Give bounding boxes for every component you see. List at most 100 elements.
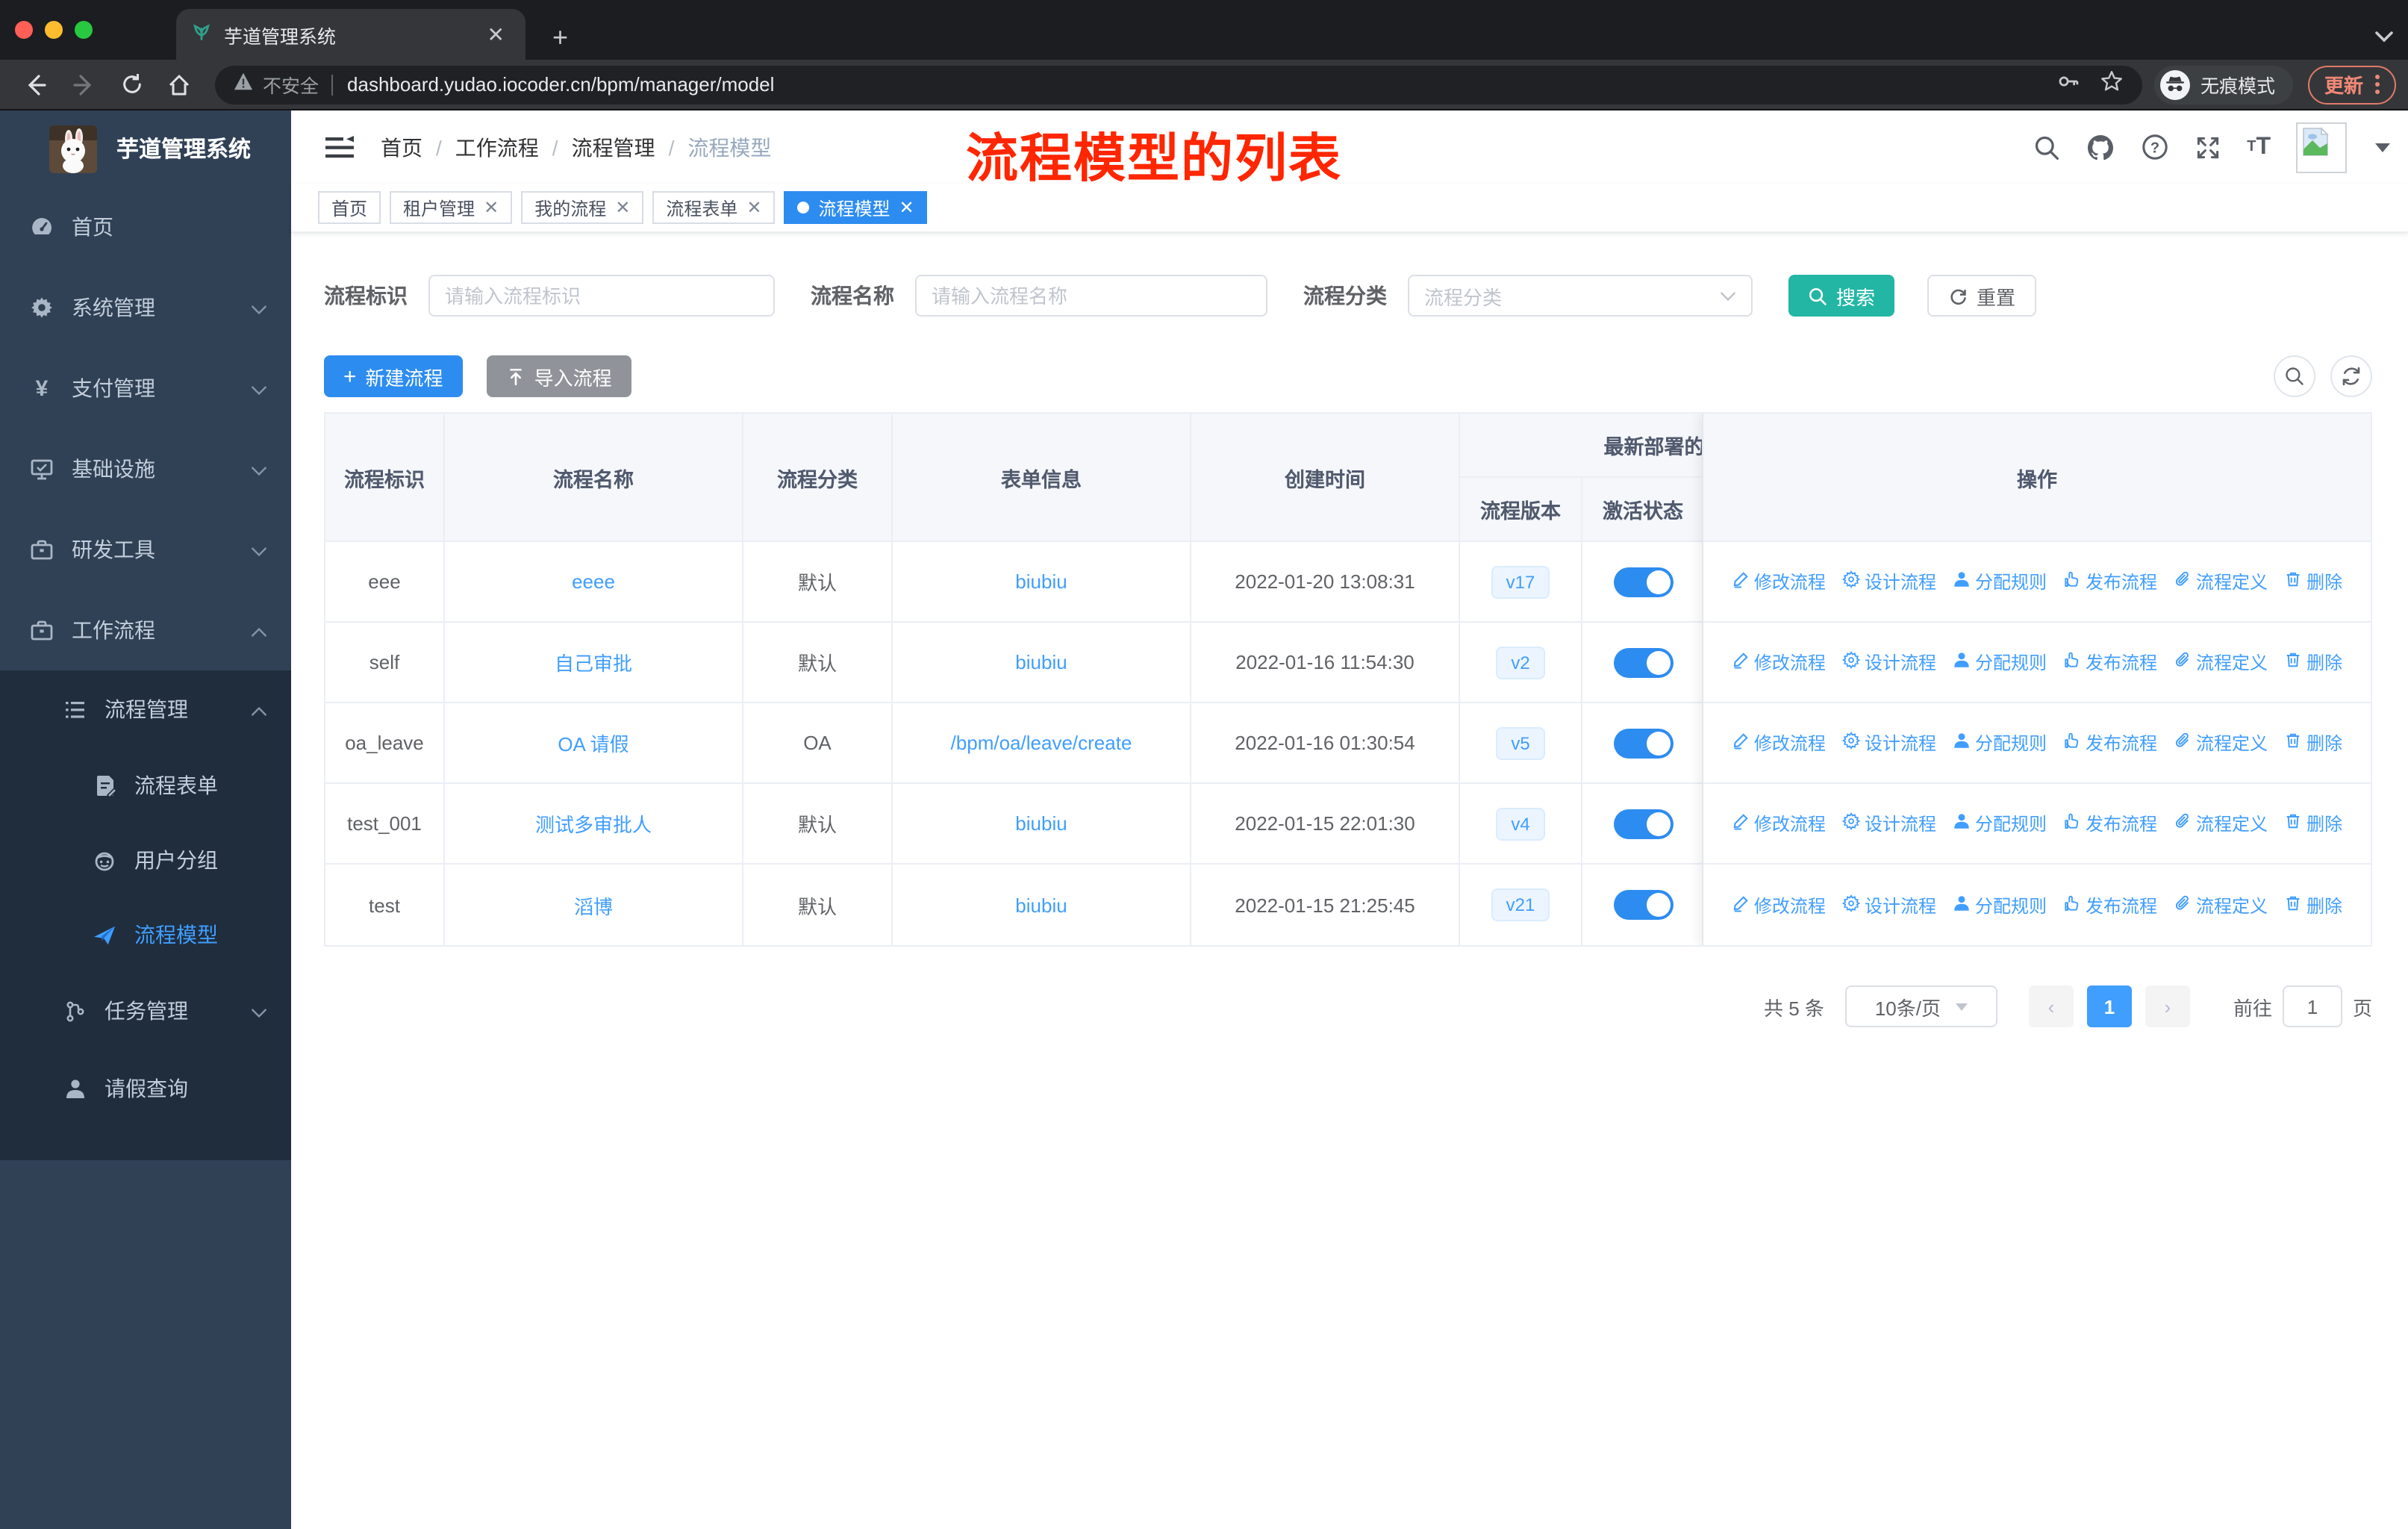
design-process-link[interactable]: 设计流程 — [1841, 650, 1936, 675]
breadcrumb-item[interactable]: 首页 — [381, 132, 422, 162]
tag-my-process[interactable]: 我的流程 ✕ — [521, 191, 644, 224]
sidebar-item-system[interactable]: 系统管理 — [0, 267, 291, 348]
publish-process-link[interactable]: 发布流程 — [2063, 730, 2157, 756]
tab-search-chevron-icon[interactable] — [2375, 24, 2393, 51]
delete-process-link[interactable]: 删除 — [2284, 569, 2342, 594]
edit-process-link[interactable]: 修改流程 — [1732, 569, 1826, 594]
create-process-button[interactable]: + 新建流程 — [324, 355, 463, 397]
assign-rules-link[interactable]: 分配规则 — [1953, 811, 2047, 836]
bookmark-star-icon[interactable] — [2099, 68, 2124, 101]
browser-menu-icon[interactable] — [2375, 75, 2380, 94]
edit-process-link[interactable]: 修改流程 — [1732, 892, 1826, 918]
import-process-button[interactable]: 导入流程 — [486, 355, 631, 397]
active-toggle[interactable] — [1613, 567, 1673, 597]
assign-rules-link[interactable]: 分配规则 — [1953, 650, 2047, 675]
page-size-select[interactable]: 10条/页 — [1844, 985, 1997, 1027]
sidebar-item-leave-query[interactable]: 请假查询 — [0, 1050, 291, 1127]
sidebar-item-dev-tools[interactable]: 研发工具 — [0, 509, 291, 590]
delete-process-link[interactable]: 删除 — [2284, 730, 2342, 756]
sidebar-item-home[interactable]: 首页 — [0, 187, 291, 267]
process-name-link[interactable]: OA 请假 — [558, 729, 628, 757]
active-toggle[interactable] — [1613, 890, 1673, 920]
edit-process-link[interactable]: 修改流程 — [1732, 811, 1826, 836]
form-info-link[interactable]: biubiu — [1015, 570, 1067, 593]
browser-tab[interactable]: 芋道管理系统 ✕ — [176, 9, 525, 60]
search-button[interactable]: 搜索 — [1788, 275, 1895, 317]
incognito-badge[interactable]: 无痕模式 — [2153, 65, 2293, 104]
back-button[interactable] — [16, 65, 55, 104]
fullscreen-icon[interactable] — [2195, 134, 2221, 161]
assign-rules-link[interactable]: 分配规则 — [1953, 730, 2047, 756]
design-process-link[interactable]: 设计流程 — [1841, 892, 1936, 918]
process-definition-link[interactable]: 流程定义 — [2174, 650, 2268, 675]
edit-process-link[interactable]: 修改流程 — [1732, 730, 1826, 756]
edit-process-link[interactable]: 修改流程 — [1732, 650, 1826, 675]
forward-button[interactable] — [64, 65, 103, 104]
address-bar[interactable]: 不安全 dashboard.yudao.iocoder.cn/bpm/manag… — [215, 65, 2142, 104]
close-icon[interactable]: ✕ — [484, 197, 499, 218]
process-name-link[interactable]: 测试多审批人 — [535, 809, 652, 838]
publish-process-link[interactable]: 发布流程 — [2063, 892, 2157, 918]
close-icon[interactable]: ✕ — [746, 197, 761, 218]
process-definition-link[interactable]: 流程定义 — [2174, 730, 2268, 756]
sidebar-item-process-management[interactable]: 流程管理 — [0, 670, 291, 748]
close-icon[interactable]: ✕ — [615, 197, 630, 218]
window-controls[interactable] — [0, 0, 113, 60]
new-tab-button[interactable]: + — [543, 22, 577, 60]
design-process-link[interactable]: 设计流程 — [1841, 569, 1936, 594]
reload-button[interactable] — [112, 65, 151, 104]
security-warning-icon[interactable] — [233, 71, 254, 98]
maximize-window-button[interactable] — [75, 21, 93, 39]
process-key-input[interactable] — [428, 275, 775, 317]
active-toggle[interactable] — [1613, 647, 1673, 677]
form-info-link[interactable]: biubiu — [1015, 651, 1067, 673]
home-button[interactable] — [160, 65, 199, 104]
active-toggle[interactable] — [1613, 728, 1673, 758]
user-avatar[interactable] — [2296, 122, 2347, 172]
publish-process-link[interactable]: 发布流程 — [2063, 811, 2157, 836]
avatar-menu-caret-icon[interactable] — [2375, 143, 2390, 152]
search-icon[interactable] — [2033, 134, 2060, 161]
page-number-1[interactable]: 1 — [2086, 985, 2132, 1027]
process-name-link[interactable]: eeee — [572, 570, 615, 593]
process-definition-link[interactable]: 流程定义 — [2174, 811, 2268, 836]
sidebar-item-process-model[interactable]: 流程模型 — [0, 897, 291, 972]
prev-page-button[interactable]: ‹ — [2028, 985, 2074, 1027]
security-label[interactable]: 不安全 — [263, 70, 319, 99]
show-search-toggle-button[interactable] — [2274, 355, 2315, 397]
sidebar-item-task-management[interactable]: 任务管理 — [0, 972, 291, 1050]
sidebar-item-workflow[interactable]: 工作流程 — [0, 590, 291, 670]
process-name-link[interactable]: 滔博 — [574, 891, 613, 919]
tab-close-icon[interactable]: ✕ — [481, 22, 511, 47]
refresh-table-button[interactable] — [2330, 355, 2372, 397]
form-info-link[interactable]: /bpm/oa/leave/create — [951, 732, 1132, 754]
minimize-window-button[interactable] — [45, 21, 63, 39]
publish-process-link[interactable]: 发布流程 — [2063, 569, 2157, 594]
tag-process-model[interactable]: 流程模型 ✕ — [784, 191, 928, 224]
form-info-link[interactable]: biubiu — [1015, 894, 1067, 916]
url-text[interactable]: dashboard.yudao.iocoder.cn/bpm/manager/m… — [347, 73, 2038, 96]
github-icon[interactable] — [2086, 132, 2115, 162]
assign-rules-link[interactable]: 分配规则 — [1953, 569, 2047, 594]
process-definition-link[interactable]: 流程定义 — [2174, 569, 2268, 594]
sidebar-item-payment[interactable]: ¥ 支付管理 — [0, 348, 291, 429]
collapse-sidebar-icon[interactable] — [312, 120, 366, 174]
assign-rules-link[interactable]: 分配规则 — [1953, 892, 2047, 918]
key-icon[interactable] — [2056, 68, 2081, 101]
sidebar-item-process-form[interactable]: 流程表单 — [0, 748, 291, 823]
close-window-button[interactable] — [15, 21, 33, 39]
next-page-button[interactable]: › — [2145, 985, 2190, 1027]
breadcrumb-item[interactable]: 工作流程 — [455, 132, 539, 162]
font-size-icon[interactable]: TT — [2247, 134, 2271, 161]
process-name-input[interactable] — [915, 275, 1267, 317]
update-button[interactable]: 更新 — [2307, 65, 2396, 104]
close-icon[interactable]: ✕ — [899, 197, 914, 218]
reset-button[interactable]: 重置 — [1927, 275, 2037, 317]
sidebar-item-user-group[interactable]: 用户分组 — [0, 823, 291, 897]
delete-process-link[interactable]: 删除 — [2284, 811, 2342, 836]
delete-process-link[interactable]: 删除 — [2284, 892, 2342, 918]
design-process-link[interactable]: 设计流程 — [1841, 811, 1936, 836]
help-icon[interactable]: ? — [2141, 133, 2169, 161]
app-logo[interactable]: 芋道管理系统 — [0, 110, 291, 187]
delete-process-link[interactable]: 删除 — [2284, 650, 2342, 675]
